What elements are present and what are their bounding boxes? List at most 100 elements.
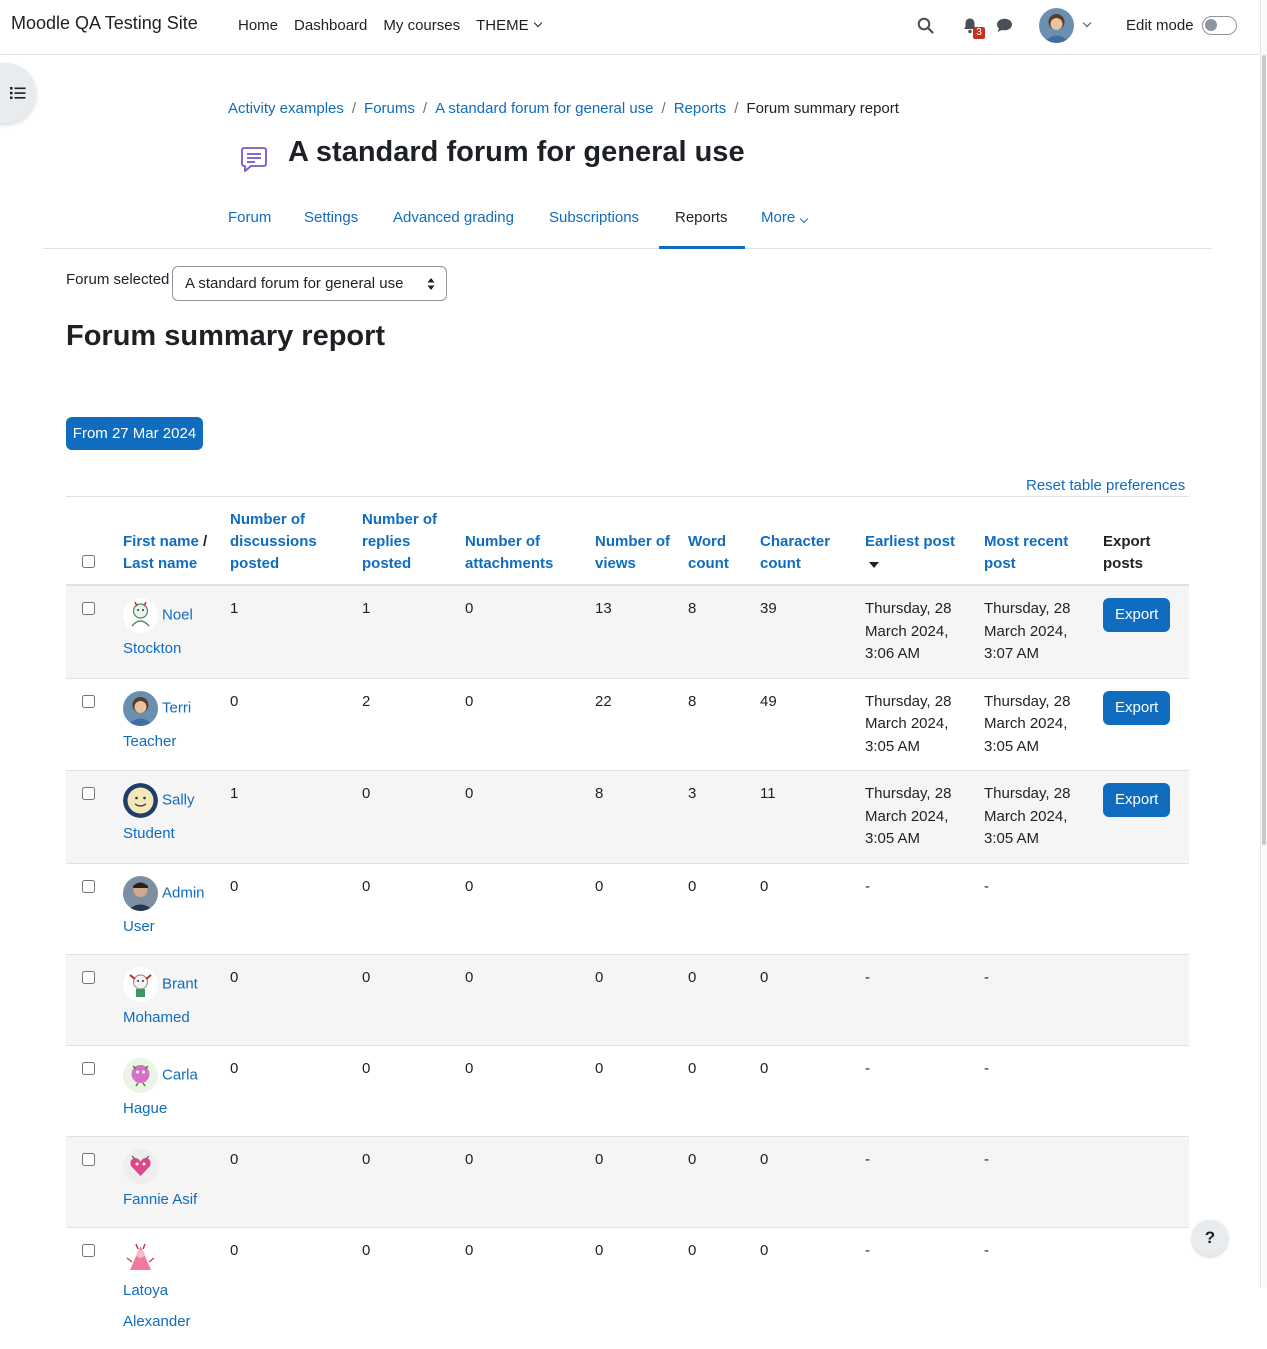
- date-filter-button[interactable]: From 27 Mar 2024: [66, 417, 203, 450]
- export-cell: Export: [1095, 584, 1189, 678]
- replies-cell: 0: [354, 1135, 457, 1227]
- row-checkbox[interactable]: [82, 694, 95, 708]
- discussions-cell: 1: [222, 770, 354, 863]
- replies-cell: 0: [354, 953, 457, 1045]
- most-recent-post-cell: -: [976, 953, 1095, 1045]
- user-avatar[interactable]: [123, 1239, 158, 1275]
- table-row: Brant Mohamed 0 0 0 0 0 0- -: [66, 953, 1189, 1045]
- user-avatar[interactable]: [123, 1057, 158, 1093]
- export-posts-button[interactable]: Export: [1103, 690, 1171, 725]
- replies-header[interactable]: Number of replies posted: [354, 496, 457, 586]
- user-first-name-link[interactable]: Carla: [162, 1066, 198, 1083]
- select-all-checkbox[interactable]: [82, 555, 95, 568]
- earliest-post-cell: -: [857, 862, 976, 954]
- edit-mode-toggle[interactable]: [1201, 15, 1237, 35]
- nav-home[interactable]: Home: [238, 17, 278, 34]
- user-name-cell: Brant Mohamed: [115, 953, 222, 1045]
- views-cell: 0: [587, 1044, 680, 1136]
- breadcrumb-forum[interactable]: A standard forum for general use: [435, 100, 653, 117]
- row-checkbox[interactable]: [82, 1243, 95, 1257]
- site-name[interactable]: Moodle QA Testing Site: [11, 13, 198, 34]
- user-first-name-link[interactable]: Sally: [162, 791, 195, 808]
- chevron-down-icon[interactable]: [1082, 18, 1092, 28]
- export-cell: Export: [1095, 677, 1189, 771]
- earliest-post-cell: Thursday, 28 March 2024, 3:05 AM: [857, 677, 976, 771]
- user-first-name-link[interactable]: Noel: [162, 606, 193, 623]
- forum-select[interactable]: A standard forum for general use: [172, 266, 447, 301]
- nav-theme[interactable]: THEME: [476, 17, 542, 34]
- name-header: First name / Last name: [115, 496, 222, 586]
- user-last-name-link[interactable]: Teacher: [123, 733, 176, 750]
- export-cell: [1095, 1135, 1189, 1227]
- user-last-name-link[interactable]: Mohamed: [123, 1009, 190, 1026]
- user-first-name-link[interactable]: Brant: [162, 975, 198, 992]
- word-count-header[interactable]: Word count: [680, 496, 752, 586]
- export-posts-button[interactable]: Export: [1103, 783, 1171, 817]
- views-cell: 0: [587, 862, 680, 954]
- user-first-name-link[interactable]: Admin: [162, 884, 205, 901]
- user-avatar[interactable]: [123, 1148, 158, 1184]
- user-first-name-link[interactable]: Terri: [162, 699, 191, 716]
- row-checkbox[interactable]: [82, 602, 95, 615]
- user-avatar[interactable]: [123, 598, 158, 633]
- row-checkbox[interactable]: [82, 1061, 95, 1075]
- breadcrumb-reports[interactable]: Reports: [674, 100, 727, 117]
- character-count-cell: 0: [752, 1135, 857, 1227]
- user-avatar-menu[interactable]: [1039, 7, 1074, 43]
- most-recent-post-header[interactable]: Most recent post: [976, 496, 1095, 586]
- user-last-name-link[interactable]: Latoya Alexander: [123, 1282, 191, 1330]
- user-last-name-link[interactable]: Hague: [123, 1100, 167, 1117]
- search-icon[interactable]: [914, 14, 936, 36]
- table-row: Noel Stockton 1 1 0 13 8 39 Thursday, 28 March 2…: [66, 584, 1189, 678]
- user-last-name-link[interactable]: Stockton: [123, 640, 181, 657]
- views-cell: 0: [587, 953, 680, 1045]
- breadcrumb-activity-examples[interactable]: Activity examples: [228, 100, 344, 117]
- row-checkbox[interactable]: [82, 787, 95, 800]
- user-last-name-link[interactable]: Student: [123, 825, 175, 842]
- attachments-cell: 0: [457, 1135, 587, 1227]
- user-avatar[interactable]: [123, 783, 158, 818]
- breadcrumb-separator: /: [422, 100, 428, 117]
- course-index-toggle[interactable]: [0, 63, 36, 123]
- user-avatar[interactable]: [123, 966, 158, 1002]
- sort-last-name[interactable]: Last name: [123, 555, 197, 572]
- views-header[interactable]: Number of views: [587, 496, 680, 586]
- tab-more[interactable]: More: [745, 200, 823, 249]
- tab-forum[interactable]: Forum: [212, 200, 287, 249]
- reset-table-preferences-link[interactable]: Reset table preferences: [1026, 477, 1185, 494]
- bell-icon[interactable]: 3: [959, 14, 985, 39]
- tab-settings[interactable]: Settings: [288, 200, 374, 249]
- user-name-cell: Carla Hague: [115, 1044, 222, 1136]
- discussions-header[interactable]: Number of discussions posted: [222, 496, 354, 586]
- character-count-cell: 39: [752, 584, 857, 678]
- export-posts-header: Export posts: [1095, 496, 1189, 586]
- forum-select-value: A standard forum for general use: [185, 275, 404, 292]
- user-avatar[interactable]: [123, 690, 158, 726]
- row-select-cell: [66, 770, 115, 863]
- row-checkbox[interactable]: [82, 879, 95, 893]
- message-icon[interactable]: [993, 14, 1015, 36]
- attachments-header[interactable]: Number of attachments: [457, 496, 587, 586]
- user-name-cell: Terri Teacher: [115, 677, 222, 771]
- breadcrumb: Activity examples / Forums / A standard …: [228, 100, 899, 117]
- attachments-cell: 0: [457, 677, 587, 771]
- user-avatar[interactable]: [123, 875, 158, 911]
- scrollbar-thumb[interactable]: [1262, 55, 1266, 845]
- user-last-name-link[interactable]: User: [123, 918, 155, 935]
- nav-my-courses[interactable]: My courses: [383, 17, 460, 34]
- nav-dashboard[interactable]: Dashboard: [294, 17, 367, 34]
- row-checkbox[interactable]: [82, 970, 95, 984]
- edit-mode-switch[interactable]: Edit mode: [1126, 15, 1237, 35]
- tab-subscriptions[interactable]: Subscriptions: [533, 200, 655, 249]
- tab-advanced-grading[interactable]: Advanced grading: [377, 200, 530, 249]
- sort-first-name[interactable]: First name: [123, 533, 199, 550]
- views-cell: 0: [587, 1135, 680, 1227]
- earliest-post-header[interactable]: Earliest post: [857, 496, 976, 586]
- character-count-header[interactable]: Character count: [752, 496, 857, 586]
- user-last-name-link[interactable]: Fannie Asif: [123, 1191, 197, 1208]
- help-button[interactable]: ?: [1192, 1220, 1228, 1256]
- export-posts-button[interactable]: Export: [1103, 598, 1171, 632]
- row-checkbox[interactable]: [82, 1152, 95, 1166]
- tab-reports[interactable]: Reports: [659, 200, 745, 249]
- breadcrumb-forums[interactable]: Forums: [364, 100, 415, 117]
